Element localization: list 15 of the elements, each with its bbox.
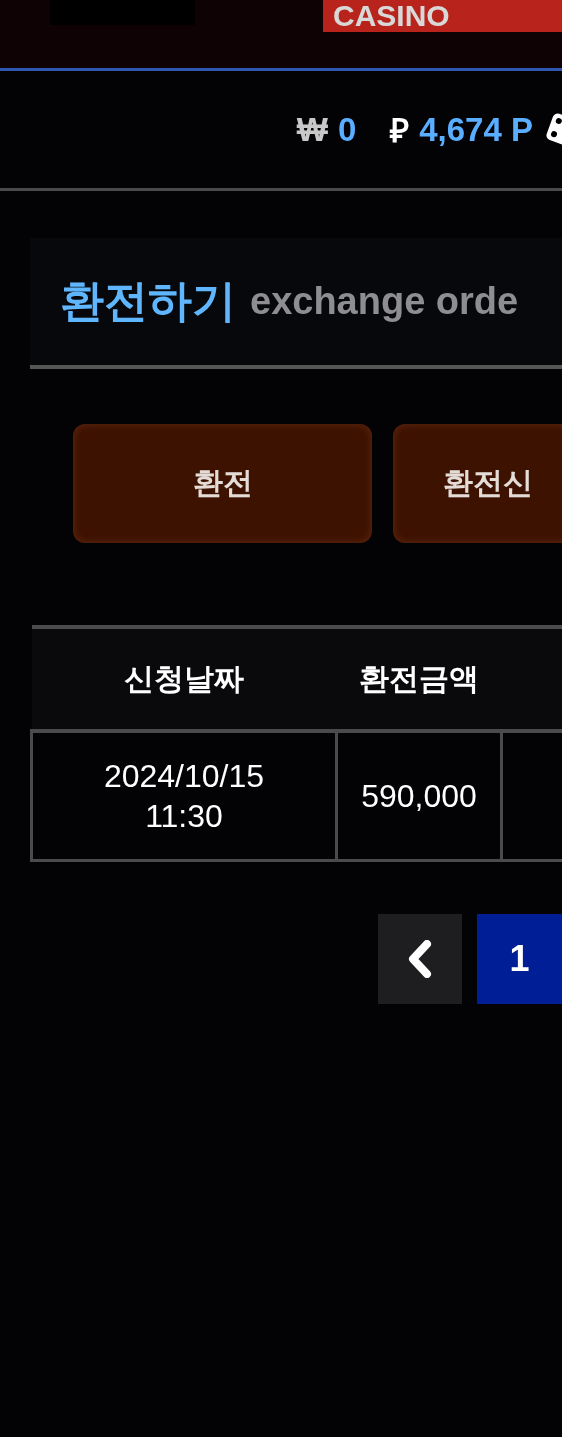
point-symbol: ₽: [390, 111, 410, 151]
cash-balance: 0: [337, 110, 357, 149]
tab[interactable]: 환전: [73, 424, 372, 543]
point-balance: 4,674 P: [419, 110, 533, 149]
page-button[interactable]: 1: [477, 914, 562, 1004]
table-cell: 2024/10/15 11:30: [31, 731, 337, 861]
tab[interactable]: 환전신: [393, 424, 562, 543]
column-header: 환전금액: [336, 627, 502, 731]
page-title: 환전하기: [60, 275, 236, 327]
table-cell: 590,000: [336, 731, 502, 861]
won-symbol: ₩: [296, 110, 328, 149]
column-header: 신청날짜: [31, 627, 337, 731]
page-subtitle: exchange orde: [250, 280, 519, 323]
previous-page-button[interactable]: [378, 914, 463, 1004]
logo[interactable]: CASINO: [323, 0, 562, 32]
